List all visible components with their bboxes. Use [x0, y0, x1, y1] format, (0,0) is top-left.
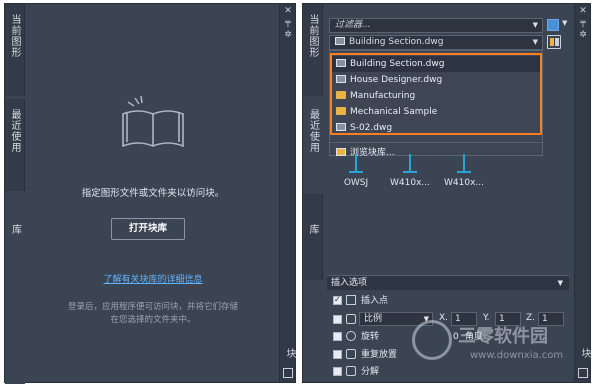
tab-label: 当前图形	[307, 14, 318, 58]
library-message: 指定图形文件或文件夹以访问块。	[81, 188, 225, 199]
chevron-down-icon: ▼	[532, 21, 538, 29]
chevron-down-icon: ▼	[532, 38, 538, 46]
block-name: OWSJ	[343, 178, 369, 188]
gear-icon[interactable]: ✲	[575, 30, 591, 40]
palette-icon	[578, 368, 588, 378]
tab-libraries[interactable]: 库	[303, 194, 323, 280]
block-thumbnail[interactable]: OWSJ	[331, 154, 381, 188]
filter-placeholder: 过滤器...	[335, 20, 371, 30]
tab-label: 最近使用	[9, 109, 20, 153]
learn-more-link[interactable]: 了解有关块库的详细信息	[25, 272, 281, 285]
tab-label: 库	[307, 224, 318, 235]
filter-combo[interactable]: 过滤器... ▼	[329, 18, 543, 33]
pin-icon[interactable]: ╤	[575, 18, 591, 28]
file-icon	[335, 37, 345, 45]
open-book-icon	[122, 95, 184, 148]
checkbox[interactable]	[333, 315, 342, 324]
checkbox[interactable]	[333, 350, 342, 359]
block-preview-icon	[403, 154, 417, 174]
palette-icon	[283, 368, 293, 378]
watermark-logo	[412, 320, 452, 360]
palette-title: 块	[579, 348, 590, 358]
scale-value: 比例	[364, 314, 383, 324]
tab-current-drawing[interactable]: 当前图形	[303, 4, 323, 96]
block-preview-icon	[457, 154, 471, 174]
pin-icon[interactable]: ╤	[280, 18, 296, 28]
checkbox[interactable]	[333, 367, 342, 376]
tab-recent[interactable]: 最近使用	[303, 99, 323, 191]
sign-in-hint-line-1: 登录后，应用程序便可访问块，并将它们存储	[67, 302, 238, 312]
insertion-point-icon	[346, 295, 356, 305]
repeat-icon	[346, 349, 356, 359]
tab-label: 库	[9, 224, 21, 235]
block-name: W410x...	[390, 178, 430, 188]
block-thumbnail[interactable]: W410x...	[385, 154, 435, 188]
insert-options-title: 插入选项	[331, 278, 368, 288]
tab-filler	[5, 280, 25, 384]
option-label: 分解	[361, 367, 380, 377]
watermark-url: www.downxia.com	[470, 350, 564, 361]
highlight-frame	[330, 53, 542, 135]
block-preview-icon	[349, 154, 363, 174]
chevron-down-icon[interactable]: ▼	[562, 19, 567, 27]
option-insertion-point[interactable]: 插入点	[333, 294, 533, 307]
tab-label: 最近使用	[307, 109, 319, 153]
browse-library-icon[interactable]	[547, 35, 561, 49]
checkbox[interactable]	[333, 332, 342, 341]
option-explode[interactable]: 分解	[333, 366, 533, 378]
source-combo[interactable]: Building Section.dwg ▼	[329, 35, 543, 50]
tab-current-drawing[interactable]: 当前图形	[5, 4, 25, 96]
chevron-down-icon: ▼	[557, 279, 563, 287]
tab-recent[interactable]: 最近使用	[5, 99, 25, 191]
option-label: 旋转	[361, 332, 380, 342]
tab-label: 当前图形	[9, 14, 20, 58]
block-name: W410x...	[444, 178, 484, 188]
option-label: 重复放置	[361, 350, 398, 360]
blocks-palette-library: 当前图形 最近使用 库 指定图形文件或文件夹以访问块。 打开块库 了解有关块库的…	[4, 3, 296, 384]
source-selected: Building Section.dwg	[349, 37, 444, 47]
explode-icon	[346, 366, 356, 376]
block-thumbnail[interactable]: W410x...	[439, 154, 489, 188]
scale-icon	[346, 314, 356, 324]
display-style-icon[interactable]	[547, 19, 559, 31]
gear-icon[interactable]: ✲	[280, 30, 296, 40]
option-label: 插入点	[361, 296, 389, 306]
insert-options-header[interactable]: 插入选项 ▼	[327, 275, 569, 290]
close-icon[interactable]: ✕	[280, 6, 296, 16]
palette-title-strip: ✕ ╤ ✲ 块	[574, 4, 590, 382]
tab-libraries[interactable]: 库	[5, 194, 25, 280]
rotation-icon	[346, 331, 356, 341]
palette-title-strip: ✕ ╤ ✲ 块	[279, 4, 295, 382]
sign-in-hint-line-2: 在您选择的文件夹中。	[110, 315, 196, 325]
watermark-text: 三零软件园	[458, 326, 548, 347]
checkbox[interactable]	[333, 294, 342, 306]
open-library-button[interactable]: 打开块库	[111, 218, 185, 240]
close-icon[interactable]: ✕	[575, 6, 591, 16]
divider	[330, 142, 542, 143]
palette-title: 块	[284, 348, 295, 358]
